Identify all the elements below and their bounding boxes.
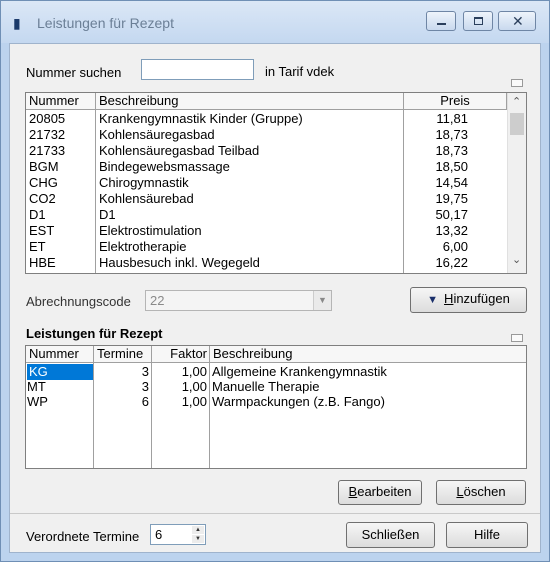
add-button-label: Hinzufügen [444, 291, 510, 306]
catalog-cell-nummer[interactable]: 21733 [29, 143, 95, 159]
maximize-button[interactable] [463, 11, 493, 31]
add-button[interactable]: ▼ Hinzufügen [410, 287, 527, 313]
catalog-list[interactable]: Nummer Beschreibung Preis 20805 Krankengy… [25, 92, 527, 274]
catalog-cell-nummer[interactable]: BGM [29, 159, 95, 175]
edit-button-label: Bearbeiten [348, 484, 412, 499]
prescription-title: Leistungen für Rezept [26, 326, 163, 341]
catalog-cell-preis[interactable]: 16,22 [406, 255, 468, 271]
catalog-cell-beschreibung[interactable]: Bindegewebsmassage [99, 159, 399, 175]
rx-header-beschreibung[interactable]: Beschreibung [210, 346, 526, 363]
spin-up-icon[interactable]: ▲ [192, 526, 204, 534]
chevron-down-icon[interactable]: ▼ [313, 291, 331, 310]
close-button[interactable]: Schließen [346, 522, 435, 548]
catalog-header-preis[interactable]: Preis [404, 93, 507, 110]
catalog-cell-nummer[interactable]: 21732 [29, 127, 95, 143]
catalog-cell-nummer[interactable]: D1 [29, 207, 95, 223]
catalog-cell-beschreibung[interactable]: D1 [99, 207, 399, 223]
search-input[interactable] [141, 59, 254, 80]
catalog-cell-nummer[interactable]: CHG [29, 175, 95, 191]
rx-cell-beschreibung[interactable]: Manuelle Therapie [212, 379, 522, 395]
footer-separator [10, 513, 540, 514]
catalog-cell-preis[interactable]: 13,32 [406, 223, 468, 239]
rx-cell-faktor[interactable]: 1,00 [152, 394, 207, 410]
scroll-down-icon[interactable]: ⌄ [512, 253, 521, 266]
catalog-cell-preis[interactable]: 14,54 [406, 175, 468, 191]
catalog-cell-preis[interactable]: 18,50 [406, 159, 468, 175]
close-window-button[interactable]: ✕ [498, 11, 536, 31]
catalog-column-divider [403, 110, 404, 273]
catalog-cell-beschreibung[interactable]: Kohlensäurebad [99, 191, 399, 207]
clipboard-icon: ▮ [13, 15, 21, 31]
rx-cell-termine[interactable]: 6 [94, 394, 149, 410]
catalog-header-nummer[interactable]: Nummer [26, 93, 96, 110]
catalog-cell-beschreibung[interactable]: Chirogymnastik [99, 175, 399, 191]
catalog-cell-preis[interactable]: 18,73 [406, 143, 468, 159]
catalog-cell-beschreibung[interactable]: Kohlensäuregasbad Teilbad [99, 143, 399, 159]
scroll-up-icon[interactable]: ⌃ [512, 95, 521, 108]
catalog-cell-beschreibung[interactable]: Kohlensäuregasbad [99, 127, 399, 143]
catalog-cell-preis[interactable]: 19,75 [406, 191, 468, 207]
window-title: Leistungen für Rezept [37, 15, 174, 31]
termine-label: Verordnete Termine [26, 529, 140, 544]
termine-value[interactable]: 6 [155, 527, 162, 542]
minimize-icon [437, 23, 446, 25]
spin-down-icon[interactable]: ▼ [192, 535, 204, 543]
delete-button-label: Löschen [456, 484, 506, 499]
catalog-cell-nummer[interactable]: EST [29, 223, 95, 239]
maximize-icon [474, 17, 483, 25]
prescription-list[interactable]: Nummer Termine Faktor Beschreibung KG 3 1,… [25, 345, 527, 469]
catalog-cell-preis[interactable]: 18,73 [406, 127, 468, 143]
catalog-cell-preis[interactable]: 6,00 [406, 239, 468, 255]
catalog-cell-beschreibung[interactable]: Hausbesuch inkl. Wegegeld [99, 255, 399, 271]
catalog-cell-nummer[interactable]: HBE [29, 255, 95, 271]
minimize-button[interactable] [426, 11, 456, 31]
catalog-cell-nummer[interactable]: 20805 [29, 111, 95, 127]
rx-cell-termine[interactable]: 3 [94, 379, 149, 395]
rx-header-termine[interactable]: Termine [94, 346, 152, 363]
dialog-client-area: Nummer suchen in Tarif vdek Nummer Besch… [9, 43, 541, 553]
catalog-header-beschreibung[interactable]: Beschreibung [96, 93, 404, 110]
search-label-text: Nummer suchen [26, 65, 122, 80]
catalog-column-divider [95, 110, 96, 273]
delete-button[interactable]: Löschen [436, 480, 526, 505]
help-button[interactable]: Hilfe [446, 522, 528, 548]
catalog-cell-preis[interactable]: 11,81 [406, 111, 468, 127]
rx-cell-faktor[interactable]: 1,00 [152, 379, 207, 395]
close-icon: ✕ [512, 13, 524, 29]
rx-header-faktor[interactable]: Faktor [152, 346, 210, 363]
arrow-down-icon: ▼ [427, 294, 439, 306]
rx-cell-beschreibung[interactable]: Warmpackungen (z.B. Fango) [212, 394, 522, 410]
rx-header-nummer[interactable]: Nummer [26, 346, 94, 363]
close-button-label: Schließen [361, 527, 420, 542]
tarif-text: in Tarif vdek [265, 64, 335, 79]
expand-handle-2[interactable] [511, 334, 523, 342]
termine-spinner[interactable]: 6 ▲ ▼ [150, 524, 206, 545]
billing-label: Abrechnungscode [26, 294, 131, 309]
rx-cell-nummer[interactable]: MT [27, 379, 93, 395]
catalog-cell-beschreibung[interactable]: Elektrotherapie [99, 239, 399, 255]
rx-cell-termine[interactable]: 3 [94, 364, 149, 380]
search-label: Nummer suchen [26, 65, 121, 80]
scroll-thumb[interactable] [510, 113, 524, 135]
title-bar: ▮ Leistungen für Rezept ✕ [1, 1, 549, 43]
rx-cell-nummer[interactable]: KG [27, 364, 93, 380]
rx-cell-nummer[interactable]: WP [27, 394, 93, 410]
billing-value: 22 [150, 293, 165, 308]
help-button-label: Hilfe [473, 527, 500, 542]
catalog-cell-beschreibung[interactable]: Krankengymnastik Kinder (Gruppe) [99, 111, 399, 127]
rx-column-divider [209, 363, 210, 468]
expand-handle[interactable] [511, 79, 523, 87]
rx-cell-faktor[interactable]: 1,00 [152, 364, 207, 380]
edit-button[interactable]: Bearbeiten [338, 480, 422, 505]
catalog-scrollbar[interactable]: ⌃ ⌄ [507, 93, 526, 273]
dialog-window: ▮ Leistungen für Rezept ✕ Nummer suchen … [0, 0, 550, 562]
catalog-cell-nummer[interactable]: CO2 [29, 191, 95, 207]
catalog-cell-nummer[interactable]: ET [29, 239, 95, 255]
catalog-cell-preis[interactable]: 50,17 [406, 207, 468, 223]
rx-cell-beschreibung[interactable]: Allgemeine Krankengymnastik [212, 364, 522, 380]
catalog-cell-beschreibung[interactable]: Elektrostimulation [99, 223, 399, 239]
billing-select[interactable]: 22 ▼ [145, 290, 332, 311]
